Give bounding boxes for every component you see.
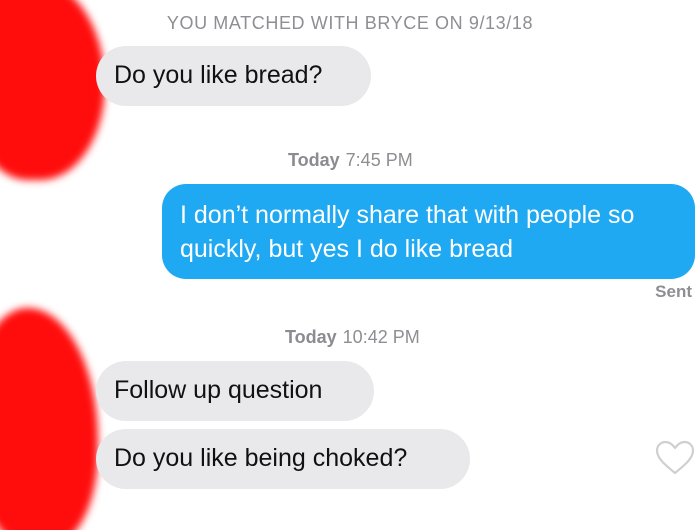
timestamp-day: Today bbox=[285, 327, 337, 347]
chat-screen: YOU MATCHED WITH BRYCE ON 9/13/18 Do you… bbox=[0, 0, 700, 530]
heart-outline-icon[interactable] bbox=[655, 440, 695, 476]
timestamp-time: 7:45 PM bbox=[345, 150, 413, 170]
timestamp-time: 10:42 PM bbox=[342, 327, 420, 347]
sent-status: Sent bbox=[655, 282, 692, 301]
message-bubble-received[interactable]: Do you like bread? bbox=[96, 46, 371, 106]
message-timestamp: Today 10:42 PM bbox=[285, 327, 420, 348]
message-bubble-received[interactable]: Follow up question bbox=[96, 361, 374, 421]
match-header: YOU MATCHED WITH BRYCE ON 9/13/18 bbox=[166, 13, 534, 33]
redacted-avatar bbox=[0, 308, 98, 530]
message-bubble-sent[interactable]: I don’t normally share that with people … bbox=[162, 184, 695, 279]
timestamp-day: Today bbox=[288, 150, 340, 170]
message-bubble-received[interactable]: Do you like being choked? bbox=[96, 429, 470, 489]
message-timestamp: Today 7:45 PM bbox=[288, 150, 413, 171]
